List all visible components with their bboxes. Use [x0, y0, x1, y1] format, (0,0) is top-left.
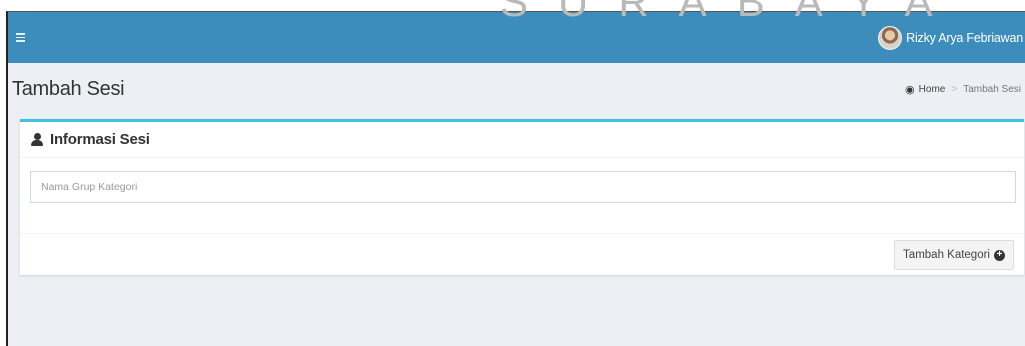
app-window: Rizky Arya Febriawan Tambah Sesi ◉ Home …: [6, 11, 1025, 346]
content-header: Tambah Sesi ◉ Home > Tambah Sesi: [8, 63, 1025, 116]
plus-circle-icon: +: [994, 249, 1005, 261]
box-header: Informasi Sesi: [20, 122, 1024, 158]
top-navbar: Rizky Arya Febriawan: [8, 12, 1025, 63]
breadcrumb-separator: >: [951, 84, 958, 95]
user-icon: [30, 132, 44, 147]
box-footer: Tambah Kategori +: [20, 234, 1024, 275]
dashboard-icon: ◉: [905, 84, 915, 96]
hamburger-icon[interactable]: [16, 31, 34, 45]
user-menu[interactable]: Rizky Arya Febriawan: [878, 12, 1025, 63]
breadcrumb-current: Tambah Sesi: [963, 84, 1021, 95]
box-title: Informasi Sesi: [50, 131, 150, 148]
nama-grup-kategori-input[interactable]: [30, 171, 1016, 203]
user-name: Rizky Arya Febriawan: [906, 30, 1023, 45]
avatar: [878, 25, 903, 50]
tambah-kategori-button[interactable]: Tambah Kategori +: [894, 240, 1014, 270]
informasi-sesi-box: Informasi Sesi Tambah Kategori +: [20, 119, 1024, 275]
box-body: [20, 158, 1024, 234]
breadcrumb: ◉ Home > Tambah Sesi: [905, 83, 1021, 96]
breadcrumb-home-link[interactable]: Home: [919, 84, 946, 95]
page-title: Tambah Sesi: [12, 78, 125, 100]
tambah-kategori-label: Tambah Kategori: [903, 249, 990, 261]
